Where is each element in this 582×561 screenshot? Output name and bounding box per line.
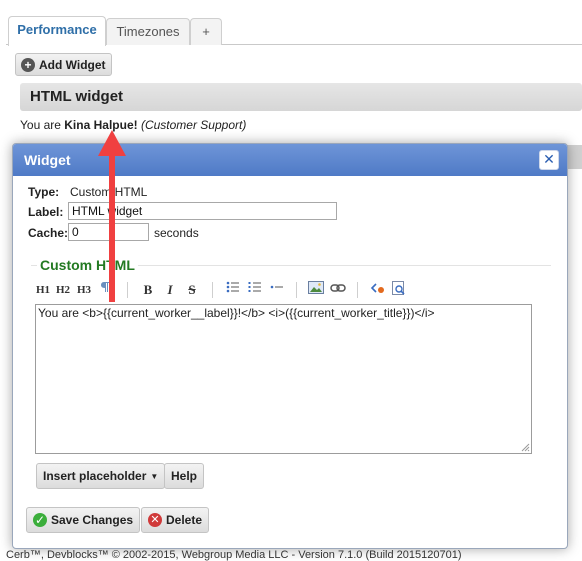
h2-button[interactable]: H2 <box>55 281 71 299</box>
cache-label: Cache: <box>28 226 69 240</box>
background-panel <box>566 145 582 169</box>
tab-timezones[interactable]: Timezones <box>106 18 190 45</box>
delete-button[interactable]: ✕ Delete <box>141 507 210 533</box>
add-widget-button[interactable]: + Add Widget <box>15 53 112 76</box>
html-editor[interactable]: You are <b>{{current_worker__label}}!</b… <box>35 304 532 454</box>
save-changes-label: Save Changes <box>51 513 134 527</box>
toolbar-separator <box>212 282 213 298</box>
insert-placeholder-label: Insert placeholder <box>43 469 147 483</box>
toolbar-separator <box>296 282 297 298</box>
numbered-list-icon[interactable] <box>247 281 263 299</box>
greeting-prefix: You are <box>20 118 65 132</box>
delete-label: Delete <box>166 513 203 527</box>
bulleted-list-icon[interactable] <box>225 281 241 299</box>
cache-unit: seconds <box>154 226 199 240</box>
source-code-icon[interactable] <box>369 281 387 299</box>
h1-button[interactable]: H1 <box>35 281 51 299</box>
link-icon[interactable] <box>329 281 347 299</box>
tab-bar: Performance Timezones + <box>6 16 582 46</box>
tab-performance[interactable]: Performance <box>8 16 106 46</box>
chevron-down-icon: ▼ <box>150 471 159 481</box>
widget-title-bar: HTML widget <box>20 83 582 111</box>
add-widget-label: Add Widget <box>39 57 106 72</box>
italic-button[interactable]: I <box>163 281 177 299</box>
help-label: Help <box>171 469 198 483</box>
image-icon[interactable] <box>307 281 325 299</box>
annotation-arrow-icon <box>98 130 126 302</box>
widget-title: HTML widget <box>30 88 124 105</box>
editor-content: You are <b>{{current_worker__label}}!</b… <box>38 306 435 320</box>
help-button[interactable]: Help <box>164 463 205 489</box>
type-label: Type: <box>28 185 60 199</box>
resize-grip-icon[interactable] <box>520 442 530 452</box>
widget-output: You are Kina Halpue! (Customer Support) <box>20 118 246 132</box>
close-icon[interactable]: ✕ <box>539 150 559 170</box>
plus-circle-icon: + <box>21 57 35 72</box>
check-circle-icon: ✓ <box>33 513 47 527</box>
bold-button[interactable]: B <box>141 281 155 299</box>
dialog-title: Widget <box>24 152 71 168</box>
insert-placeholder-button[interactable]: Insert placeholder ▼ <box>36 463 166 489</box>
strikethrough-button[interactable]: S <box>185 281 199 299</box>
tab-add[interactable]: + <box>190 18 222 45</box>
delete-circle-icon: ✕ <box>148 513 162 527</box>
save-changes-button[interactable]: ✓ Save Changes <box>26 507 141 533</box>
worker-role: (Customer Support) <box>140 118 247 132</box>
label-label: Label: <box>28 205 64 219</box>
horizontal-rule-icon[interactable] <box>269 281 285 299</box>
footer-text: Cerb™, Devblocks™ © 2002-2015, Webgroup … <box>6 549 462 561</box>
toolbar-separator <box>357 282 358 298</box>
preview-icon[interactable] <box>390 281 408 299</box>
h3-button[interactable]: H3 <box>76 281 92 299</box>
